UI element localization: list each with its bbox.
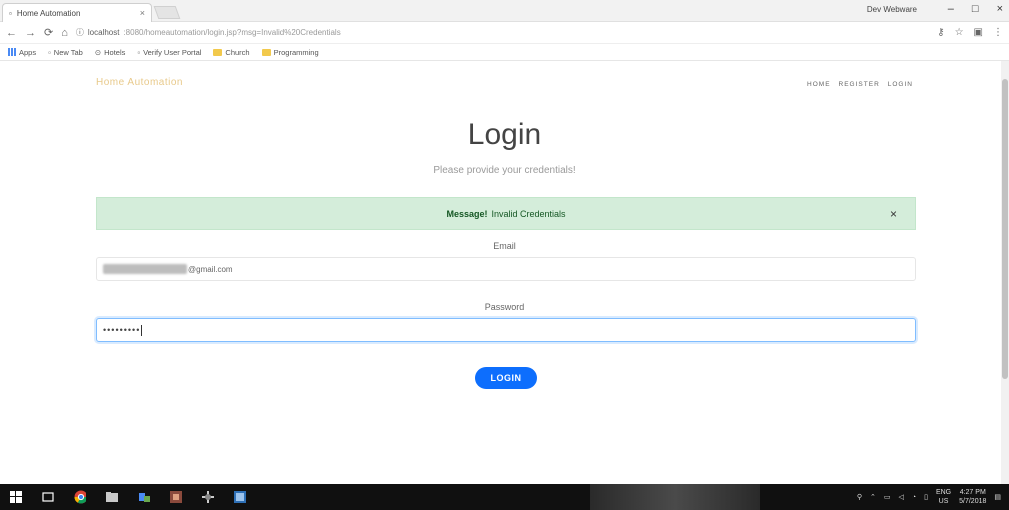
email-value: @gmail.com (188, 264, 233, 274)
password-label: Password (484, 302, 525, 312)
globe-icon: ⊙ (94, 47, 102, 57)
text-caret (141, 324, 143, 336)
nav-register[interactable]: REGISTER (839, 81, 880, 88)
browser-tab[interactable]: ▫ Home Automation × (2, 3, 152, 22)
app-icon[interactable] (170, 491, 182, 503)
browser-toolbar: ← → ⟳ ⌂ ⓘ localhost:8080/homeautomation/… (0, 22, 1009, 44)
new-tab-button[interactable] (153, 6, 181, 19)
bookmark-apps[interactable]: Apps (8, 48, 36, 57)
nav-login[interactable]: LOGIN (888, 81, 913, 88)
page-icon: ▫ (137, 47, 141, 57)
tab-title: Home Automation (16, 8, 81, 18)
file-explorer-icon[interactable] (106, 491, 118, 503)
language-indicator[interactable]: ENG US (936, 488, 951, 506)
bookmark-programming[interactable]: Programming (261, 48, 319, 57)
apps-icon (8, 48, 16, 56)
maximize-button[interactable]: □ (972, 3, 979, 15)
scrollbar-thumb[interactable] (1002, 79, 1008, 379)
notification-icon[interactable]: ▤ (994, 493, 1001, 501)
bookmark-new-tab[interactable]: ▫ New Tab (48, 48, 83, 57)
url-path: :8080/homeautomation/login.jsp?msg=Inval… (123, 28, 341, 37)
clock[interactable]: 4:27 PM 5/7/2018 (959, 488, 986, 506)
nav-home[interactable]: HOME (807, 81, 831, 88)
system-tray: ⚲ ⌃ ▭ ◁ ◔ ▯ ENG US 4:27 PM 5/7/2018 ▤ (857, 484, 1001, 510)
brand-logo[interactable]: Home Automation (96, 77, 183, 88)
back-icon[interactable]: ← (6, 27, 17, 39)
windows-start-icon[interactable] (10, 491, 22, 503)
top-nav: HOME REGISTER LOGIN (807, 81, 913, 88)
bookmarks-bar: Apps ▫ New Tab ⊙ Hotels ▫ Verify User Porta… (0, 44, 1009, 61)
taskbar: ⚲ ⌃ ▭ ◁ ◔ ▯ ENG US 4:27 PM 5/7/2018 ▤ (0, 484, 1009, 510)
app-icon[interactable] (138, 491, 150, 503)
email-label: Email (493, 241, 516, 251)
browser-titlebar: ▫ Home Automation × Dev Webware – □ × (0, 0, 1009, 22)
folder-icon (261, 48, 271, 56)
password-field[interactable]: ••••••••• (96, 318, 916, 342)
page-icon: ▫ (48, 47, 51, 57)
url-host: localhost (87, 28, 120, 37)
forward-icon[interactable]: → (25, 27, 36, 39)
login-button[interactable]: LOGIN (475, 367, 537, 389)
volume-icon[interactable]: ◁ (898, 493, 903, 501)
password-value: ••••••••• (103, 325, 141, 335)
folder-icon (213, 48, 223, 56)
bookmark-hotels[interactable]: ⊙ Hotels (95, 48, 126, 57)
page-content: Home Automation HOME REGISTER LOGIN Logi… (0, 61, 1009, 484)
page-icon: ▫ (9, 8, 12, 18)
network-icon[interactable]: ▭ (884, 493, 891, 501)
bookmark-church[interactable]: Church (213, 48, 250, 57)
extension-icon[interactable]: ▣ (974, 27, 983, 38)
key-icon[interactable]: ⚷ (937, 27, 944, 38)
app-icon[interactable] (202, 491, 214, 503)
menu-icon[interactable]: ⋮ (993, 27, 1003, 38)
redacted-text (103, 264, 187, 274)
window-user[interactable]: Dev Webware (867, 5, 917, 14)
close-window-button[interactable]: × (997, 3, 1003, 15)
task-view-icon[interactable] (42, 491, 54, 503)
wifi-icon[interactable]: ◔ (912, 494, 916, 501)
star-icon[interactable]: ☆ (955, 27, 964, 38)
chrome-icon[interactable] (74, 490, 86, 504)
page-subtitle: Please provide your credentials! (433, 165, 576, 176)
battery-icon[interactable]: ▯ (924, 493, 928, 501)
home-icon[interactable]: ⌂ (61, 27, 68, 39)
taskbar-search-area[interactable] (590, 484, 760, 510)
chevron-up-icon[interactable]: ⌃ (870, 493, 876, 501)
reload-icon[interactable]: ⟳ (44, 26, 53, 39)
scrollbar[interactable] (1001, 61, 1009, 484)
close-alert-icon[interactable]: × (890, 207, 897, 221)
minimize-button[interactable]: – (948, 3, 954, 15)
info-icon[interactable]: ⓘ (76, 27, 84, 38)
user-icon[interactable]: ⚲ (857, 493, 862, 501)
page-title: Login (467, 118, 542, 151)
bookmark-verify-user-portal[interactable]: ▫ Verify User Portal (137, 48, 201, 57)
alert-text: Invalid Credentials (491, 208, 566, 219)
address-bar[interactable]: ⓘ localhost:8080/homeautomation/login.js… (76, 25, 929, 41)
alert-label: Message! (446, 208, 488, 219)
app-icon[interactable] (234, 491, 246, 503)
close-tab-icon[interactable]: × (140, 8, 145, 18)
error-alert: Message! Invalid Credentials × (96, 197, 916, 230)
email-field[interactable]: @gmail.com (96, 257, 916, 281)
